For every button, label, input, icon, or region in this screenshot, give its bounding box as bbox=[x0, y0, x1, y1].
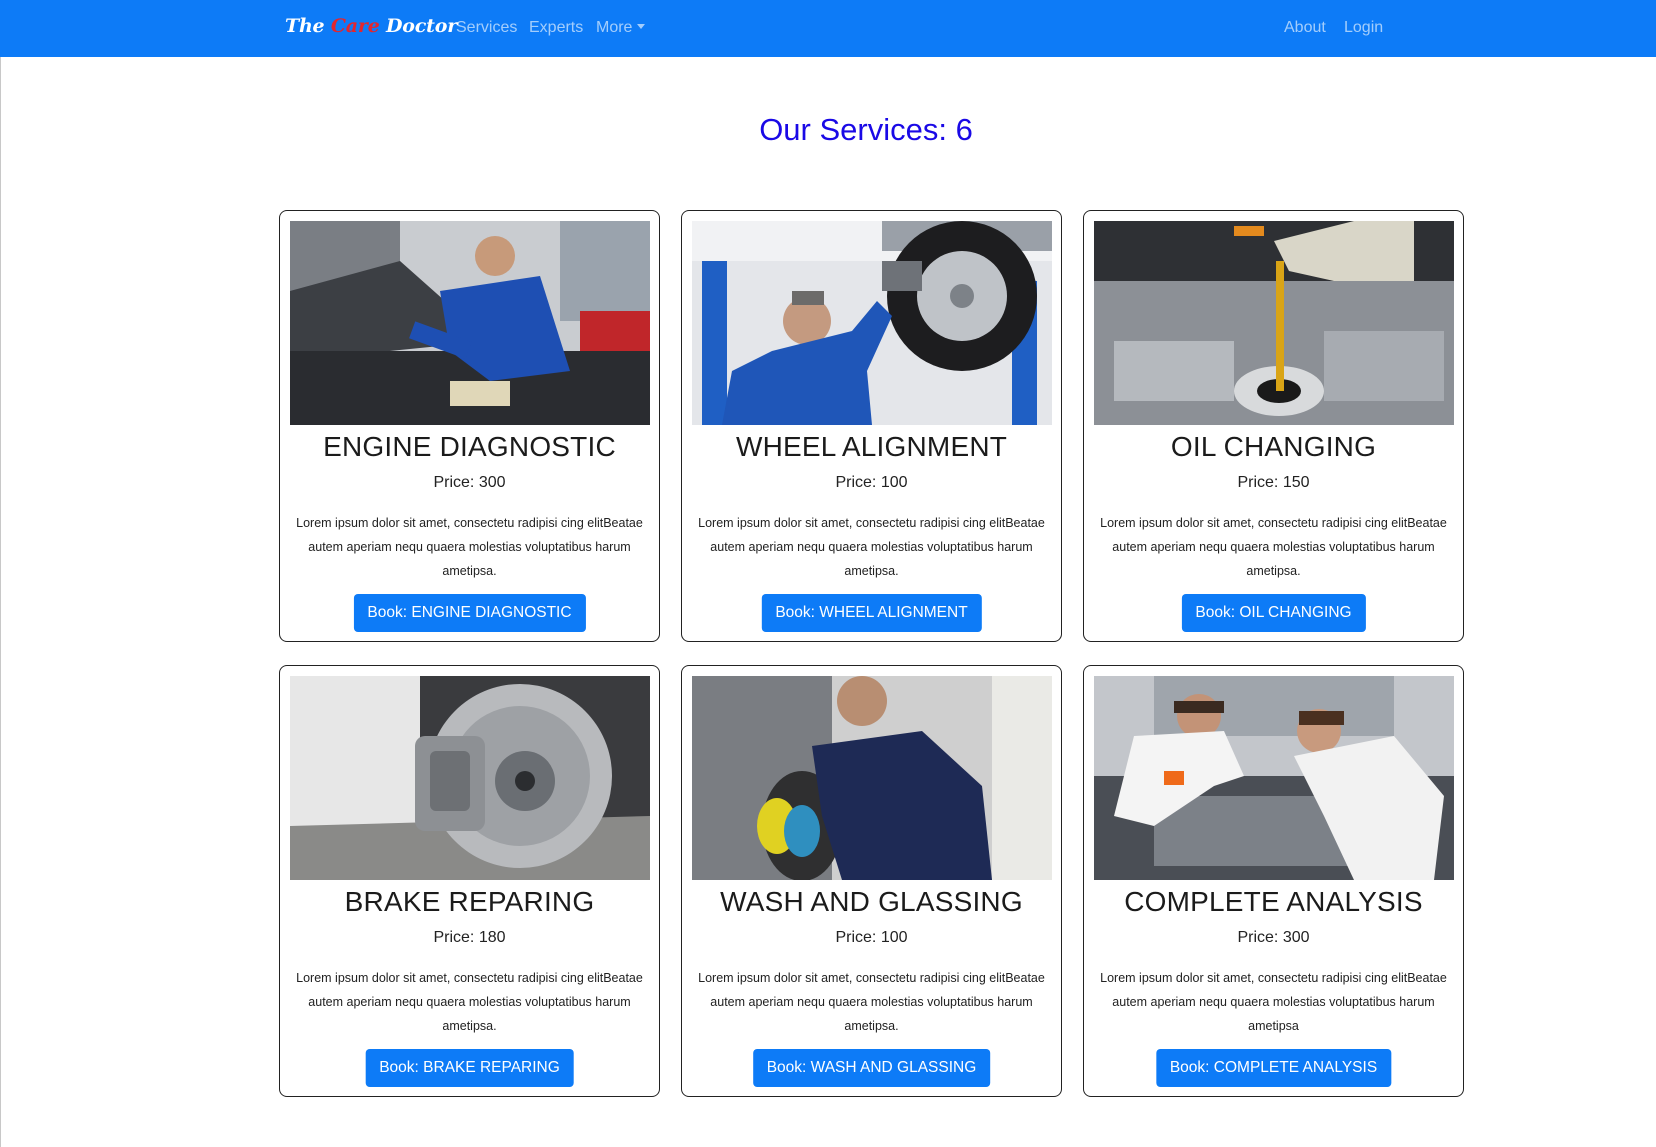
book-service-button[interactable]: Book: OIL CHANGING bbox=[1181, 594, 1366, 632]
book-service-button[interactable]: Book: ENGINE DIAGNOSTIC bbox=[353, 594, 586, 632]
brand-text-post: Doctor bbox=[386, 15, 458, 37]
service-price: Price: 100 bbox=[835, 929, 908, 946]
service-price: Price: 300 bbox=[1237, 929, 1310, 946]
service-title: ENGINE DIAGNOSTIC bbox=[323, 431, 616, 462]
nav-dropdown-more[interactable]: More bbox=[596, 19, 646, 37]
nav-link-experts[interactable]: Experts bbox=[529, 19, 583, 37]
brake-disc-photo bbox=[290, 676, 650, 880]
service-card: WASH AND GLASSING Price: 100 Lorem ipsum… bbox=[681, 665, 1062, 1097]
book-service-button[interactable]: Book: WHEEL ALIGNMENT bbox=[761, 594, 982, 632]
chevron-down-icon bbox=[637, 24, 646, 29]
service-price: Price: 100 bbox=[835, 474, 908, 491]
wheel-service-photo bbox=[692, 221, 1052, 425]
navbar: The Care Doctor Services Experts More Ab… bbox=[0, 0, 1656, 57]
service-title: WASH AND GLASSING bbox=[720, 886, 1023, 917]
service-price: Price: 300 bbox=[433, 474, 506, 491]
service-card: COMPLETE ANALYSIS Price: 300 Lorem ipsum… bbox=[1083, 665, 1464, 1097]
brand-text-accent: Care bbox=[330, 15, 380, 37]
service-title: BRAKE REPARING bbox=[344, 886, 595, 917]
service-price: Price: 150 bbox=[1237, 474, 1310, 491]
service-card: ENGINE DIAGNOSTIC Price: 300 Lorem ipsum… bbox=[279, 210, 660, 642]
service-price: Price: 180 bbox=[433, 929, 506, 946]
car-polish-photo bbox=[692, 676, 1052, 880]
service-description: Lorem ipsum dolor sit amet, consectetu r… bbox=[296, 516, 643, 578]
service-description: Lorem ipsum dolor sit amet, consectetu r… bbox=[1100, 971, 1447, 1033]
book-service-button[interactable]: Book: WASH AND GLASSING bbox=[752, 1049, 991, 1087]
service-description: Lorem ipsum dolor sit amet, consectetu r… bbox=[698, 516, 1045, 578]
book-service-button[interactable]: Book: COMPLETE ANALYSIS bbox=[1155, 1049, 1392, 1087]
service-title: OIL CHANGING bbox=[1170, 431, 1377, 462]
service-description: Lorem ipsum dolor sit amet, consectetu r… bbox=[1100, 516, 1447, 578]
oil-pour-photo bbox=[1094, 221, 1454, 425]
service-title: COMPLETE ANALYSIS bbox=[1124, 886, 1423, 917]
service-card: OIL CHANGING Price: 150 Lorem ipsum dolo… bbox=[1083, 210, 1464, 642]
brand-text-pre: The bbox=[285, 15, 325, 37]
brand-logo[interactable]: The Care Doctor bbox=[285, 15, 457, 43]
nav-link-about[interactable]: About bbox=[1284, 19, 1326, 37]
page-title: Our Services: 6 bbox=[759, 112, 973, 147]
service-description: Lorem ipsum dolor sit amet, consectetu r… bbox=[698, 971, 1045, 1033]
nav-link-services[interactable]: Services bbox=[456, 19, 517, 37]
page-border bbox=[0, 57, 1, 1147]
nav-link-login[interactable]: Login bbox=[1344, 19, 1383, 37]
mechanic-engine-photo bbox=[290, 221, 650, 425]
service-description: Lorem ipsum dolor sit amet, consectetu r… bbox=[296, 971, 643, 1033]
service-card: WHEEL ALIGNMENT Price: 100 Lorem ipsum d… bbox=[681, 210, 1062, 642]
service-title: WHEEL ALIGNMENT bbox=[735, 431, 1008, 462]
two-mechanics-photo bbox=[1094, 676, 1454, 880]
nav-dropdown-more-label: More bbox=[596, 19, 633, 36]
book-service-button[interactable]: Book: BRAKE REPARING bbox=[365, 1049, 574, 1087]
service-card: BRAKE REPARING Price: 180 Lorem ipsum do… bbox=[279, 665, 660, 1097]
